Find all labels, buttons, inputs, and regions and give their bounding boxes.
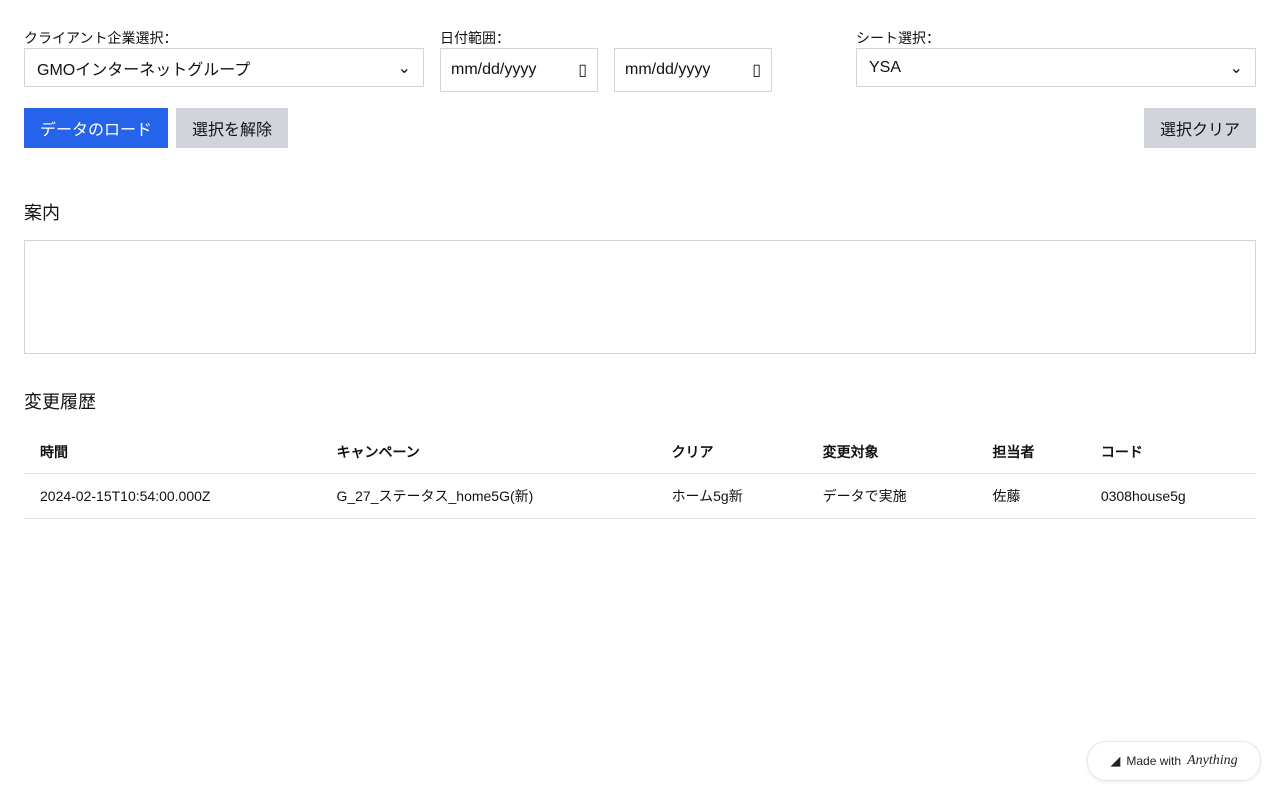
made-with-label: Made with [1126, 754, 1182, 768]
client-label: クライアント企業選択： [24, 30, 178, 46]
sheet-label: シート選択： [856, 30, 940, 46]
col-code: コード [1084, 430, 1256, 474]
col-time: 時間 [24, 430, 321, 474]
col-owner: 担当者 [976, 430, 1085, 474]
load-data-button[interactable]: データのロード [24, 108, 168, 148]
end-date-value: mm/dd/yyyy [625, 61, 711, 78]
anything-logo-icon: ◢ [1110, 753, 1121, 768]
history-table: 時間 キャンペーン クリア 変更対象 担当者 コード 2024-02-15T10… [24, 430, 1256, 519]
calendar-icon[interactable]: ▯ [578, 60, 587, 80]
col-campaign: キャンペーン [320, 430, 656, 474]
chevron-down-icon: ⌄ [397, 59, 411, 77]
sheet-select[interactable]: YSA ⌄ [856, 48, 1256, 87]
client-select[interactable]: GMOインターネットグループ ⌄ [24, 48, 424, 87]
calendar-icon[interactable]: ▯ [752, 60, 761, 80]
cell-campaign: G_27_ステータス_home5G(新) [320, 473, 656, 519]
col-target: 変更対象 [806, 430, 977, 474]
start-date-value: mm/dd/yyyy [451, 61, 537, 78]
end-date-input[interactable]: mm/dd/yyyy ▯ [614, 48, 772, 92]
cell-owner: 佐藤 [976, 473, 1085, 519]
col-clear: クリア [655, 430, 807, 474]
chevron-down-icon: ⌄ [1229, 59, 1243, 77]
start-date-input[interactable]: mm/dd/yyyy ▯ [440, 48, 598, 92]
made-with-anything-badge[interactable]: ◢ Made with Anything [1087, 741, 1261, 781]
clear-selection-button[interactable]: 選択クリア [1144, 108, 1256, 148]
cell-target: データで実施 [806, 473, 977, 519]
deselect-button[interactable]: 選択を解除 [176, 108, 288, 148]
sheet-value: YSA [869, 58, 902, 76]
guide-title: 案内 [24, 203, 60, 223]
table-row: 2024-02-15T10:54:00.000Z G_27_ステータス_home… [24, 473, 1256, 519]
guide-textarea[interactable] [24, 240, 1256, 354]
client-value: GMOインターネットグループ [37, 61, 251, 79]
history-title: 変更履歴 [24, 392, 96, 412]
cell-time: 2024-02-15T10:54:00.000Z [24, 473, 321, 519]
date-range-label: 日付範囲： [440, 30, 510, 46]
cell-code: 0308house5g [1084, 473, 1256, 519]
brand-label: Anything [1187, 753, 1238, 768]
cell-clear: ホーム5g新 [655, 473, 807, 519]
